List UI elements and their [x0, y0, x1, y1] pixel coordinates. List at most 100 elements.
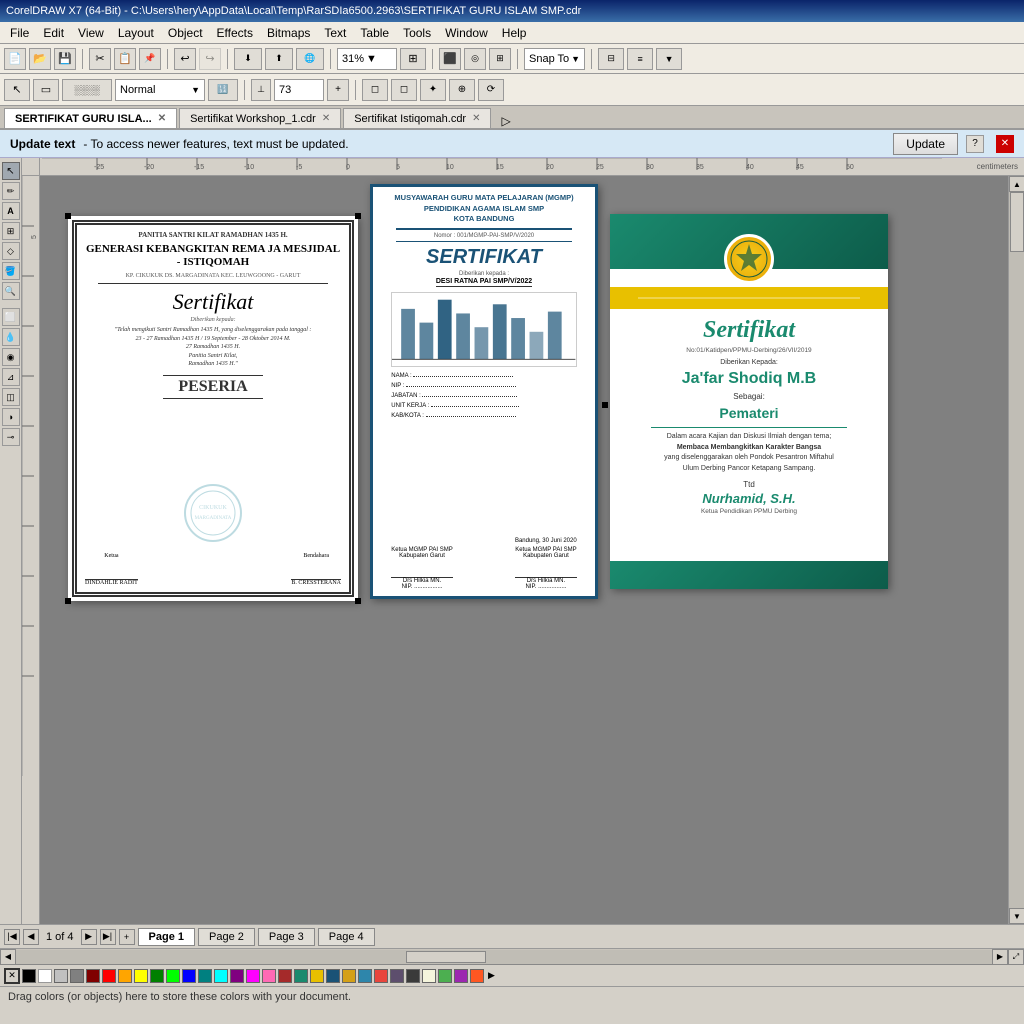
color-brown[interactable]: [278, 969, 292, 983]
thickness-value[interactable]: 73: [274, 79, 324, 101]
tb2-icon3[interactable]: ✦: [420, 79, 446, 101]
options-btn1[interactable]: ⊟: [598, 48, 624, 70]
view-full[interactable]: ⬛: [439, 48, 461, 70]
color-pink[interactable]: [262, 969, 276, 983]
color-black[interactable]: [22, 969, 36, 983]
color-amber[interactable]: [342, 969, 356, 983]
update-help-btn[interactable]: ?: [966, 135, 984, 153]
menu-help[interactable]: Help: [496, 24, 533, 42]
scroll-down-btn[interactable]: ▼: [1009, 908, 1024, 924]
menu-tools[interactable]: Tools: [397, 24, 437, 42]
color-purple[interactable]: [230, 969, 244, 983]
hscroll-resize-btn[interactable]: ⤢: [1008, 949, 1024, 965]
paste-button[interactable]: 📌: [139, 48, 161, 70]
handle-br[interactable]: [355, 598, 361, 604]
redo-button[interactable]: ↪: [199, 48, 221, 70]
pointer-tool[interactable]: ↖: [4, 79, 30, 101]
menu-bitmaps[interactable]: Bitmaps: [261, 24, 316, 42]
new-button[interactable]: 📄: [4, 48, 26, 70]
scroll-up-btn[interactable]: ▲: [1009, 176, 1024, 192]
view-rulers[interactable]: ⊞: [489, 48, 511, 70]
tab-doc1-close[interactable]: ✕: [158, 113, 166, 124]
hscroll-right-btn[interactable]: ▶: [992, 949, 1008, 965]
page-add-btn[interactable]: +: [119, 929, 135, 945]
save-button[interactable]: 💾: [54, 48, 76, 70]
normal-dropdown[interactable]: Normal ▼: [115, 79, 205, 101]
menu-text[interactable]: Text: [318, 24, 352, 42]
color-lime[interactable]: [166, 969, 180, 983]
import-button[interactable]: ⬇: [234, 48, 262, 70]
tb2-icon1[interactable]: ◻: [362, 79, 388, 101]
color-red[interactable]: [102, 969, 116, 983]
shape-tool[interactable]: ◇: [2, 242, 20, 260]
interactive-fill[interactable]: ⬜: [2, 308, 20, 326]
tb2-btn1[interactable]: 🔢: [208, 79, 238, 101]
color-orange[interactable]: [118, 969, 132, 983]
page-next-btn[interactable]: ▶: [81, 929, 97, 945]
menu-object[interactable]: Object: [162, 24, 209, 42]
opacity-btn[interactable]: ░░░░: [62, 79, 112, 101]
page-tab-4[interactable]: Page 4: [318, 928, 375, 946]
color-bright-red[interactable]: [374, 969, 388, 983]
update-button[interactable]: Update: [893, 133, 958, 155]
color-violet[interactable]: [390, 969, 404, 983]
color-sky-blue[interactable]: [358, 969, 372, 983]
hscroll-thumb[interactable]: [406, 951, 486, 963]
color-green[interactable]: [150, 969, 164, 983]
update-close-btn[interactable]: ✕: [996, 135, 1014, 153]
tab-doc2-close[interactable]: ✕: [322, 113, 330, 124]
open-button[interactable]: 📂: [29, 48, 51, 70]
tb2-icon5[interactable]: ⟳: [478, 79, 504, 101]
color-silver[interactable]: [54, 969, 68, 983]
select-tool[interactable]: ↖: [2, 162, 20, 180]
doc3-handle-left[interactable]: [602, 402, 608, 408]
cut-button[interactable]: ✂: [89, 48, 111, 70]
zoom-tool[interactable]: 🔍: [2, 282, 20, 300]
scroll-thumb[interactable]: [1010, 192, 1024, 252]
page-tab-2[interactable]: Page 2: [198, 928, 255, 946]
table-tool[interactable]: ⊞: [2, 222, 20, 240]
options-btn2[interactable]: ≡: [627, 48, 653, 70]
color-yellow[interactable]: [134, 969, 148, 983]
menu-window[interactable]: Window: [439, 24, 494, 42]
eyedropper-tool[interactable]: 💧: [2, 328, 20, 346]
color-teal[interactable]: [198, 969, 212, 983]
color-deep-purple[interactable]: [454, 969, 468, 983]
menu-layout[interactable]: Layout: [112, 24, 160, 42]
page-tab-1[interactable]: Page 1: [138, 928, 195, 946]
export-button[interactable]: ⬆: [265, 48, 293, 70]
color-magenta[interactable]: [246, 969, 260, 983]
rect-tool[interactable]: ▭: [33, 79, 59, 101]
tab-doc3-close[interactable]: ✕: [472, 113, 480, 124]
zoom-extend[interactable]: ⊞: [400, 48, 426, 70]
extrude-tool[interactable]: ◫: [2, 388, 20, 406]
undo-button[interactable]: ↩: [174, 48, 196, 70]
palette-scroll-right[interactable]: ▶: [488, 970, 495, 981]
color-gold[interactable]: [310, 969, 324, 983]
menu-table[interactable]: Table: [354, 24, 395, 42]
view-outline[interactable]: ◎: [464, 48, 486, 70]
zoom-box[interactable]: 31% ▼: [337, 48, 397, 70]
menu-effects[interactable]: Effects: [211, 24, 259, 42]
zoom-dropdown-arrow[interactable]: ▼: [366, 53, 377, 65]
page-prev-btn[interactable]: ◀: [23, 929, 39, 945]
color-gray[interactable]: [70, 969, 84, 983]
menu-edit[interactable]: Edit: [37, 24, 70, 42]
copy-button[interactable]: 📋: [114, 48, 136, 70]
tab-add-btn[interactable]: ▷: [501, 114, 510, 128]
page-last-btn[interactable]: ▶|: [100, 929, 116, 945]
tab-doc2[interactable]: Sertifikat Workshop_1.cdr ✕: [179, 108, 341, 128]
snap-to-dropdown[interactable]: Snap To ▼: [524, 48, 585, 70]
color-maroon[interactable]: [86, 969, 100, 983]
tb2-icon2[interactable]: ◻: [391, 79, 417, 101]
color-accent-teal[interactable]: [294, 969, 308, 983]
tb2-icon4[interactable]: ⊕: [449, 79, 475, 101]
scroll-track[interactable]: [1009, 192, 1024, 908]
shadow-tool[interactable]: ◑: [2, 408, 20, 426]
color-cyan[interactable]: [214, 969, 228, 983]
canvas-area[interactable]: PANITIA SANTRI KILAT RAMADHAN 1435 H. GE…: [40, 176, 1008, 924]
menu-file[interactable]: File: [4, 24, 35, 42]
color-medium-green[interactable]: [438, 969, 452, 983]
publish-button[interactable]: 🌐: [296, 48, 324, 70]
color-blue[interactable]: [182, 969, 196, 983]
